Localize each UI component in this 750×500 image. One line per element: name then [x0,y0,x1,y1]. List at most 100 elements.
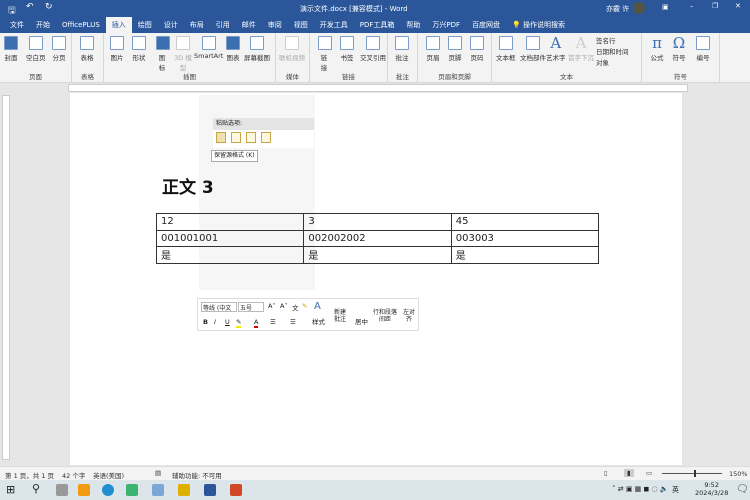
table-button[interactable]: 表格 [80,36,94,62]
smartart-button[interactable]: SmartArt [194,36,223,60]
document-page[interactable] [70,93,682,465]
tab-design[interactable]: 设计 [158,17,184,33]
edge-icon[interactable] [102,484,114,496]
system-tray-icons[interactable]: ˄ ⇄ ▣ ▦ ◼ ◌ 🔈 [612,485,669,493]
tab-file[interactable]: 文件 [4,17,30,33]
avatar[interactable] [633,2,645,14]
underline-button[interactable]: U [225,318,230,326]
styles-button[interactable]: 样式 [312,316,325,326]
file-explorer-icon[interactable] [178,484,190,496]
text-box-button[interactable]: 文本框 [496,36,516,62]
zoom-level[interactable]: 150% [729,470,748,478]
tab-home[interactable]: 开始 [30,17,56,33]
format-painter-icon[interactable]: ✎ [302,302,307,310]
italic-button[interactable]: I [214,318,216,326]
restore-icon[interactable]: ❐ [712,2,718,10]
print-layout-icon[interactable]: ▮ [624,469,634,477]
header-button[interactable]: 页眉 [426,36,440,62]
tab-help[interactable]: 帮助 [400,17,426,33]
grow-font-icon[interactable]: A˄ [268,302,276,310]
word-icon[interactable] [204,484,216,496]
table-cell[interactable]: 002002002 [303,229,452,247]
online-video-button[interactable]: 联机视频 [279,36,305,62]
line-spacing-button[interactable]: 行和段落间距 [372,309,398,323]
picture-paste-icon[interactable] [246,132,256,143]
table-cell[interactable]: 12 [155,213,305,231]
wordart-button[interactable]: A 艺术字 [546,36,566,63]
center-button[interactable]: 居中 [355,316,368,326]
clock[interactable]: 9:52 2024/3/28 [695,481,728,497]
zoom-slider-thumb[interactable] [694,470,696,477]
ribbon-display-icon[interactable]: ▣ [662,3,669,11]
icons-button[interactable]: 图标 [156,36,170,72]
web-layout-icon[interactable]: ▭ [646,469,652,477]
accessibility-status[interactable]: 辅助功能: 不可用 [172,470,222,480]
chart-button[interactable]: 图表 [226,36,240,62]
pictures-button[interactable]: 图片 [110,36,124,62]
bold-button[interactable]: B [203,318,208,326]
user-name[interactable]: 亦霰 许 [606,4,629,14]
tab-draw[interactable]: 绘图 [132,17,158,33]
comment-button[interactable]: 批注 [395,36,409,62]
vertical-ruler[interactable] [2,95,10,460]
screenshot-button[interactable]: 屏幕截图 [244,36,270,62]
minimize-icon[interactable]: – [690,2,694,10]
tab-pdf-tools[interactable]: PDF工具箱 [354,17,401,33]
table-cell[interactable]: 001001001 [155,229,305,247]
tab-view[interactable]: 视图 [288,17,314,33]
tell-me-search[interactable]: 💡 操作说明搜索 [506,17,571,33]
merge-formatting-icon[interactable] [231,132,241,143]
font-select[interactable]: 等线 (中文 [201,302,237,312]
page-number-button[interactable]: 页码 [470,36,484,62]
footer-button[interactable]: 页脚 [448,36,462,62]
table-cell[interactable]: 003003 [450,229,600,247]
tab-review[interactable]: 审阅 [262,17,288,33]
date-time-button[interactable]: 日期和时间 [596,47,629,58]
cover-button[interactable]: 封面 [4,36,18,62]
start-icon[interactable]: ⊞ [6,483,15,496]
task-view-icon[interactable] [56,484,68,496]
phonetic-icon[interactable]: 文 [292,302,299,312]
horizontal-ruler[interactable] [68,84,688,92]
table-cell[interactable]: 是 [303,246,452,264]
tab-references[interactable]: 引用 [210,17,236,33]
tab-insert[interactable]: 插入 [105,17,132,33]
signature-line-button[interactable]: 签名行 [596,36,629,47]
align-left-button[interactable]: 左对齐 [402,309,416,323]
page-break-button[interactable]: 分页 [52,36,66,62]
app-icon[interactable] [126,484,138,496]
bullets-icon[interactable]: ☰ [270,318,276,326]
word-count[interactable]: 42 个字 [62,470,85,480]
highlight-icon[interactable]: ✎ [236,318,242,328]
font-color-icon[interactable]: A [254,318,259,328]
document-table[interactable]: 12 3 45 001001001 002002002 003003 是是是 [155,213,600,264]
table-cell[interactable]: 3 [303,213,452,231]
3d-models-button[interactable]: 3D 模型 [174,36,192,72]
tab-developer[interactable]: 开发工具 [314,17,354,33]
close-icon[interactable]: ✕ [735,2,741,10]
read-mode-icon[interactable]: ▯ [604,469,608,477]
new-comment-button[interactable]: 新建批注 [334,309,348,323]
tab-mailings[interactable]: 邮件 [236,17,262,33]
search-icon[interactable]: ⚲ [32,482,40,495]
tab-layout[interactable]: 布局 [184,17,210,33]
undo-icon[interactable]: ↶ [26,2,34,12]
ime-indicator[interactable]: 英 [672,485,679,495]
number-button[interactable]: 编号 [696,36,710,62]
shrink-font-icon[interactable]: A˅ [280,302,288,310]
drop-cap-button[interactable]: A 首字下沉 [568,36,594,63]
object-button[interactable]: 对象 [596,58,629,69]
keep-text-only-icon[interactable] [261,132,271,143]
app-icon[interactable] [78,484,90,496]
blank-page-button[interactable]: 空白页 [26,36,46,62]
tab-wondershare-pdf[interactable]: 万兴PDF [426,17,466,33]
tab-baidu-netdisk[interactable]: 百度网盘 [466,17,506,33]
macro-icon[interactable]: ▤ [155,469,161,477]
equation-button[interactable]: π 公式 [650,36,664,63]
language[interactable]: 英语(美国) [93,470,124,480]
cross-reference-button[interactable]: 交叉引用 [360,36,386,62]
page-count[interactable]: 第 1 页，共 1 页 [5,470,54,480]
keep-source-formatting-icon[interactable] [216,132,226,143]
app-icon[interactable] [152,484,164,496]
redo-icon[interactable]: ↻ [45,2,53,12]
